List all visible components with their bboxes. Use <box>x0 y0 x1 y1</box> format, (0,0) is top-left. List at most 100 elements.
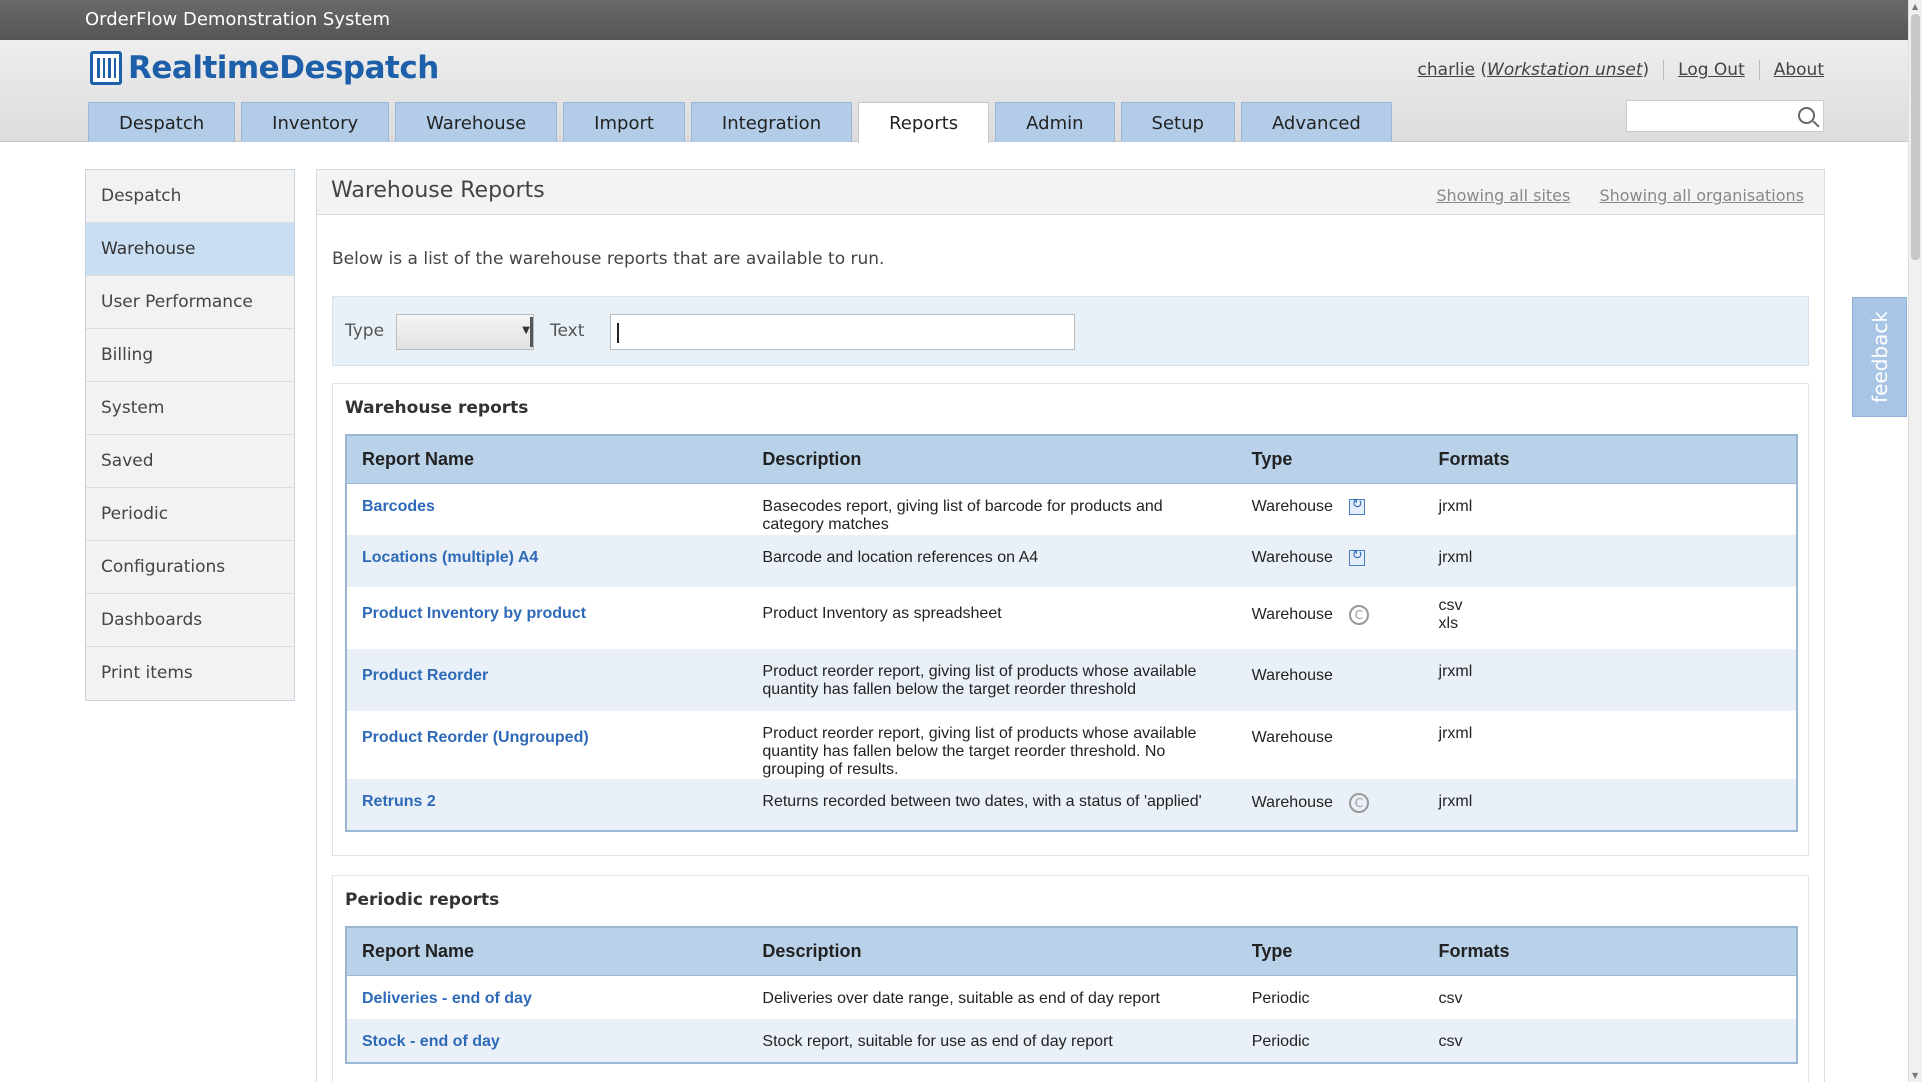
page-header: Warehouse Reports Showing all sites Show… <box>317 170 1824 215</box>
feedback-label: feedback <box>1867 311 1892 403</box>
tab-setup[interactable]: Setup <box>1120 102 1235 142</box>
report-description: Product reorder report, giving list of p… <box>747 711 1237 779</box>
sidebar-item-dashboards[interactable]: Dashboards <box>86 594 294 647</box>
window-title-bar: OrderFlow Demonstration System <box>0 0 1908 40</box>
report-name-link[interactable]: Retruns 2 <box>362 793 436 810</box>
tab-admin[interactable]: Admin <box>995 102 1115 142</box>
scope-links: Showing all sites Showing all organisati… <box>1412 186 1804 205</box>
report-type: Warehouse <box>1251 729 1333 746</box>
section-title: Warehouse reports <box>345 398 529 418</box>
sidebar-item-print-items[interactable]: Print items <box>86 647 294 700</box>
table-row[interactable]: Barcodes Basecodes report, giving list of… <box>346 483 1797 535</box>
text-filter-input[interactable] <box>610 314 1075 350</box>
report-description: Returns recorded between two dates, with… <box>747 779 1237 831</box>
table-row[interactable]: Product Reorder (Ungrouped) Product reord… <box>346 711 1797 779</box>
column-header-type: Type <box>1236 927 1424 976</box>
scrollbar[interactable]: ▲ ▼ <box>1908 0 1922 1082</box>
user-bar: charlie (Workstation unset) Log Out Abou… <box>1417 60 1824 80</box>
report-description: Deliveries over date range, suitable as … <box>747 975 1237 1019</box>
logout-link[interactable]: Log Out <box>1678 60 1745 80</box>
table-row[interactable]: Deliveries - end of day Deliveries over d… <box>346 975 1797 1019</box>
search-icon[interactable] <box>1798 107 1815 124</box>
sidebar: Despatch Warehouse User Performance Billing… <box>85 169 295 701</box>
type-label: Type <box>345 321 385 341</box>
report-type: Warehouse <box>1251 497 1333 515</box>
refresh-icon <box>1348 497 1365 515</box>
feedback-tab[interactable]: feedback <box>1852 297 1907 417</box>
type-select[interactable]: ▼ <box>396 314 534 350</box>
showing-sites-link[interactable]: Showing all sites <box>1436 186 1570 205</box>
report-description: Product reorder report, giving list of p… <box>747 649 1237 711</box>
column-header-formats: Formats <box>1423 435 1797 484</box>
column-header-description: Description <box>747 927 1237 976</box>
sidebar-item-despatch[interactable]: Despatch <box>86 170 294 223</box>
window-title: OrderFlow Demonstration System <box>85 9 391 30</box>
scroll-thumb[interactable] <box>1911 14 1920 260</box>
header: RealtimeDespatch charlie (Workstation un… <box>0 40 1908 143</box>
refresh-icon <box>1348 548 1365 566</box>
report-format: xls <box>1438 615 1459 632</box>
tab-advanced[interactable]: Advanced <box>1240 102 1392 142</box>
text-cursor <box>617 323 619 343</box>
report-type: Warehouse <box>1251 667 1333 684</box>
tab-reports[interactable]: Reports <box>858 102 990 143</box>
sidebar-item-warehouse[interactable]: Warehouse <box>86 223 294 276</box>
report-type: Warehouse <box>1251 549 1333 566</box>
warehouse-reports-table: Report Name Description Type Formats Barcode… <box>345 434 1798 832</box>
column-header-report-name: Report Name <box>346 927 748 976</box>
sidebar-item-periodic[interactable]: Periodic <box>86 488 294 541</box>
tab-inventory[interactable]: Inventory <box>241 102 390 142</box>
report-type: Warehouse <box>1251 794 1333 811</box>
table-row[interactable]: Locations (multiple) A4 Barcode and locat… <box>346 535 1797 587</box>
text-label: Text <box>550 321 585 341</box>
report-format: jrxml <box>1438 497 1473 515</box>
report-format: jrxml <box>1438 725 1473 742</box>
showing-orgs-link[interactable]: Showing all organisations <box>1599 186 1804 205</box>
report-description: Basecodes report, giving list of barcode… <box>747 483 1237 535</box>
about-link[interactable]: About <box>1774 60 1824 80</box>
report-format: csv <box>1438 1033 1463 1050</box>
table-row[interactable]: Product Inventory by product Product Inve… <box>346 587 1797 649</box>
sidebar-item-system[interactable]: System <box>86 382 294 435</box>
divider <box>1663 60 1665 80</box>
tab-import[interactable]: Import <box>563 102 685 142</box>
periodic-reports-table: Report Name Description Type Formats Deliver… <box>345 926 1798 1064</box>
report-name-link[interactable]: Stock - end of day <box>362 1033 500 1050</box>
dropdown-arrow-icon: ▼ <box>522 325 530 336</box>
scroll-down-icon[interactable]: ▼ <box>1912 1071 1918 1080</box>
report-type: Periodic <box>1251 989 1310 1007</box>
report-name-link[interactable]: Product Reorder (Ungrouped) <box>362 729 589 746</box>
column-header-description: Description <box>747 435 1237 484</box>
column-header-report-name: Report Name <box>346 435 748 484</box>
table-row[interactable]: Retruns 2 Returns recorded between two da… <box>346 779 1797 831</box>
report-format: jrxml <box>1438 663 1473 680</box>
main-tabs: Despatch Inventory Warehouse Import Integrat… <box>88 102 1398 143</box>
report-name-link[interactable]: Product Reorder <box>362 667 488 684</box>
search-input[interactable] <box>1626 100 1824 132</box>
report-name-link[interactable]: Deliveries - end of day <box>362 990 532 1007</box>
report-type: Warehouse <box>1251 606 1333 623</box>
logo[interactable]: RealtimeDespatch <box>90 48 439 88</box>
table-row[interactable]: Product Reorder Product reorder report, g… <box>346 649 1797 711</box>
sidebar-item-configurations[interactable]: Configurations <box>86 541 294 594</box>
barcode-logo-icon <box>90 51 122 85</box>
report-name-link[interactable]: Locations (multiple) A4 <box>362 549 538 566</box>
sidebar-item-billing[interactable]: Billing <box>86 329 294 382</box>
table-row[interactable]: Stock - end of day Stock report, suitable… <box>346 1019 1797 1063</box>
column-header-formats: Formats <box>1423 927 1797 976</box>
report-type: Periodic <box>1251 1033 1310 1050</box>
sidebar-item-saved[interactable]: Saved <box>86 435 294 488</box>
sidebar-item-user-performance[interactable]: User Performance <box>86 276 294 329</box>
scroll-up-icon[interactable]: ▲ <box>1912 2 1918 11</box>
tab-despatch[interactable]: Despatch <box>88 102 236 142</box>
workstation-link[interactable]: Workstation unset <box>1487 60 1642 80</box>
report-name-link[interactable]: Product Inventory by product <box>362 605 586 622</box>
tab-warehouse[interactable]: Warehouse <box>395 102 558 142</box>
report-description: Stock report, suitable for use as end of… <box>747 1019 1237 1063</box>
tab-integration[interactable]: Integration <box>690 102 853 142</box>
report-format: jrxml <box>1438 793 1473 810</box>
user-link[interactable]: charlie <box>1418 60 1475 80</box>
report-description: Product Inventory as spreadsheet <box>747 587 1237 649</box>
copyright-icon: C <box>1348 605 1369 625</box>
report-name-link[interactable]: Barcodes <box>362 498 435 515</box>
